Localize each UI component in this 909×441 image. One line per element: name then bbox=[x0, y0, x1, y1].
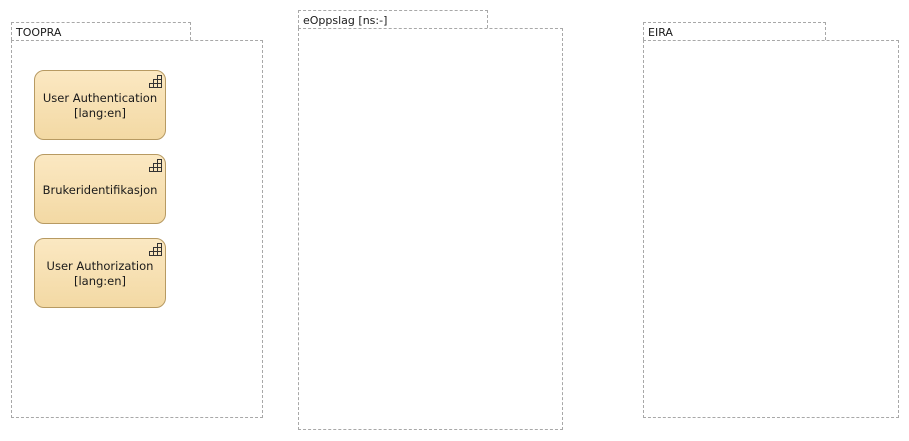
group-label: EIRA bbox=[648, 26, 673, 39]
group-eoppslag[interactable]: eOppslag [ns:-] bbox=[298, 10, 563, 430]
group-tab: eOppslag [ns:-] bbox=[298, 10, 488, 28]
application-function-icon bbox=[149, 75, 162, 88]
application-function-icon bbox=[149, 243, 162, 256]
group-label: TOOPRA bbox=[16, 26, 62, 39]
group-toopra[interactable]: TOOPRA User Authentication [lang:en] Bru… bbox=[11, 22, 263, 418]
group-tab: TOOPRA bbox=[11, 22, 191, 40]
node-label-line: User Authentication bbox=[42, 91, 158, 105]
node-label-line: [lang:en] bbox=[73, 106, 127, 120]
group-label: eOppslag [ns:-] bbox=[303, 14, 388, 27]
node-label-line: [lang:en] bbox=[73, 274, 127, 288]
group-body bbox=[298, 28, 563, 430]
group-body bbox=[643, 40, 899, 418]
node-label-line: Brukeridentifikasjon bbox=[42, 182, 158, 197]
node-brukeridentifikasjon[interactable]: Brukeridentifikasjon bbox=[34, 154, 166, 224]
group-eira[interactable]: EIRA bbox=[643, 22, 899, 418]
node-label-line: User Authorization bbox=[46, 259, 154, 273]
application-function-icon bbox=[149, 159, 162, 172]
group-tab: EIRA bbox=[643, 22, 826, 40]
node-user-authorization[interactable]: User Authorization [lang:en] bbox=[34, 238, 166, 308]
node-user-authentication[interactable]: User Authentication [lang:en] bbox=[34, 70, 166, 140]
